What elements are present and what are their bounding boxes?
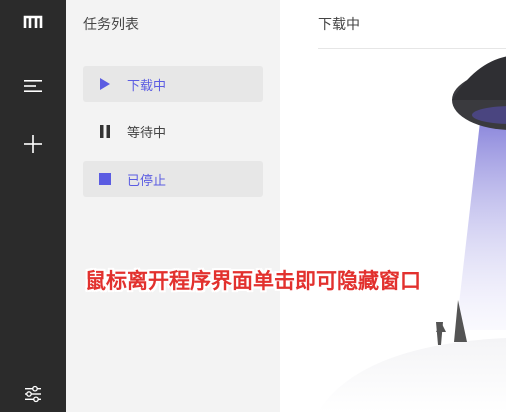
- sidebar-item-stopped[interactable]: 已停止: [83, 161, 263, 197]
- menu-icon[interactable]: [0, 66, 66, 106]
- plus-icon[interactable]: [0, 124, 66, 164]
- sidebar-item-waiting[interactable]: 等待中: [83, 113, 263, 149]
- sidebar-item-label: 等待中: [127, 125, 167, 141]
- tip-caption: 鼠标离开程序界面单击即可隐藏窗口: [85, 269, 421, 293]
- sidebar-title: 任务列表: [83, 17, 139, 33]
- left-rail: [0, 0, 66, 412]
- settings-sliders-icon[interactable]: [0, 374, 66, 414]
- sidebar-item-label: 已停止: [127, 173, 167, 189]
- app-logo-icon[interactable]: [0, 2, 66, 42]
- play-icon: [97, 76, 113, 92]
- task-sidebar: 任务列表 下载中 等待中 已停止: [66, 0, 280, 412]
- sidebar-item-downloading[interactable]: 下载中: [83, 66, 263, 102]
- pause-icon: [97, 123, 113, 139]
- main-pane: 下载中: [280, 0, 506, 412]
- ufo-illustration: [318, 56, 506, 412]
- sidebar-item-label: 下载中: [127, 78, 167, 94]
- stop-icon: [97, 171, 113, 187]
